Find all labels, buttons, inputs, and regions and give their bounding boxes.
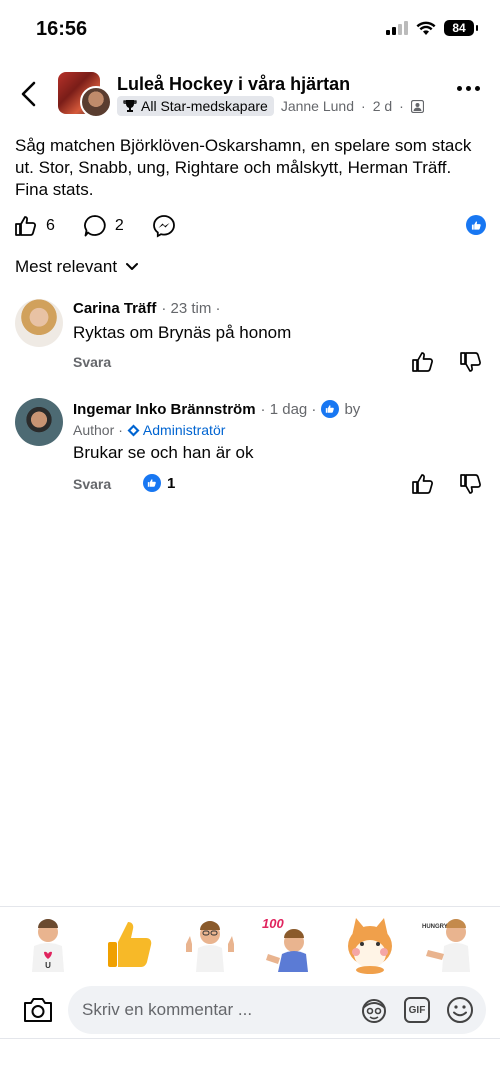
gif-icon[interactable]: GIF	[404, 997, 430, 1023]
comment-time: · 1 dag ·	[260, 400, 317, 418]
svg-text:U: U	[45, 961, 51, 970]
like-badge-icon	[143, 474, 161, 492]
comment-text: Brukar se och han är ok	[73, 443, 254, 462]
like-count: 6	[46, 217, 55, 234]
role-admin: Administratör	[127, 422, 225, 438]
bottom-safe-area	[0, 1038, 500, 1082]
battery-level: 84	[452, 21, 466, 35]
sort-label: Mest relevant	[15, 257, 118, 276]
author-avatar	[80, 86, 112, 118]
comment-composer: GIF	[0, 984, 500, 1036]
chevron-down-icon	[126, 263, 139, 270]
thumb-down-icon[interactable]	[459, 350, 483, 374]
reply-button[interactable]: Svara	[73, 476, 111, 492]
group-title[interactable]: Luleå Hockey i våra hjärtan	[117, 74, 350, 95]
post-time: 2 d	[372, 98, 393, 114]
sticker-text: 100	[262, 916, 284, 931]
separator-dot: ·	[118, 422, 123, 438]
comment-icon	[84, 215, 106, 237]
messenger-icon	[152, 215, 175, 238]
sticker-thumbs-up[interactable]	[102, 914, 158, 974]
comment-button[interactable]: 2	[83, 214, 124, 238]
comment-time: · 23 tim ·	[161, 300, 221, 317]
comment-item: Ingemar Inko Brännström · 1 dag · by Aut…	[0, 396, 500, 496]
separator-dot: ·	[399, 98, 404, 114]
role-author: Author	[73, 422, 115, 438]
commenter-name[interactable]: Carina Träff	[73, 300, 156, 317]
like-badge-icon[interactable]	[466, 215, 486, 235]
sticker-avatar-100[interactable]: 100	[260, 914, 316, 974]
comment-header: Ingemar Inko Brännström · 1 dag · by	[73, 400, 360, 418]
avatar-sticker-icon[interactable]	[360, 996, 388, 1024]
like-button[interactable]: 6	[14, 214, 55, 238]
avatar[interactable]	[15, 398, 63, 446]
group-avatar[interactable]	[58, 72, 112, 118]
reply-button[interactable]: Svara	[73, 354, 111, 370]
back-chevron-icon[interactable]	[16, 80, 42, 108]
reaction-summary[interactable]: 1	[143, 474, 175, 492]
separator-dot: ·	[361, 98, 366, 114]
comment-time-value: 1 dag	[269, 400, 308, 418]
comment-body: Carina Träff · 23 tim · Ryktas om Brynäs…	[73, 300, 291, 343]
diamond-icon	[127, 424, 140, 436]
status-icons: 84	[386, 20, 478, 36]
status-bar: 16:56 84	[0, 0, 500, 60]
post-header: Luleå Hockey i våra hjärtan All Star-med…	[0, 66, 500, 122]
comment-item: Carina Träff · 23 tim · Ryktas om Brynäs…	[0, 296, 500, 376]
comment-text: Ryktas om Brynäs på honom	[73, 323, 292, 342]
like-icon	[15, 216, 37, 236]
reaction-count: 1	[167, 474, 176, 492]
divider	[0, 906, 500, 907]
commenter-name[interactable]: Ingemar Inko Brännström	[73, 401, 256, 418]
comment-body: Ingemar Inko Brännström · 1 dag · by Aut…	[73, 400, 360, 463]
signal-icon	[386, 21, 408, 35]
sticker-avatar-hungry[interactable]: HUNGRY?	[420, 914, 476, 974]
role-admin-label: Administratör	[142, 422, 226, 438]
like-badge-icon	[321, 400, 340, 418]
comment-count: 2	[114, 217, 124, 234]
post-meta: All Star-medskapare Janne Lund · 2 d ·	[117, 96, 424, 116]
share-messenger-button[interactable]	[152, 214, 176, 238]
sort-dropdown[interactable]: Mest relevant	[15, 257, 139, 277]
post-text: Såg matchen Björklöven-Oskarshamn, en sp…	[15, 136, 472, 199]
post-actions: 6 2	[14, 211, 488, 241]
group-members-icon	[410, 99, 424, 113]
composer-icons: GIF	[360, 996, 474, 1024]
thumb-down-icon[interactable]	[459, 472, 483, 496]
comment-header: Carina Träff · 23 tim ·	[73, 300, 291, 317]
liked-by-label: by	[344, 400, 361, 418]
sticker-avatar-thumbs[interactable]	[182, 914, 238, 974]
trophy-icon	[123, 100, 137, 112]
sticker-avatar-heart[interactable]: U	[20, 914, 76, 974]
clock: 16:56	[36, 18, 88, 40]
avatar[interactable]	[15, 299, 63, 347]
camera-icon[interactable]	[22, 996, 54, 1024]
more-icon[interactable]	[457, 86, 480, 91]
thumb-up-icon[interactable]	[411, 350, 435, 374]
wifi-icon	[416, 21, 436, 35]
sticker-tray: U 100 HUNGRY?	[0, 912, 500, 978]
emoji-icon[interactable]	[446, 996, 474, 1024]
thumb-up-icon[interactable]	[411, 472, 435, 496]
comment-roles: Author · Administratör	[73, 422, 360, 438]
post-author[interactable]: Janne Lund	[281, 98, 354, 114]
all-star-badge[interactable]: All Star-medskapare	[117, 96, 274, 116]
battery-icon: 84	[444, 20, 478, 36]
sticker-shiba-dog[interactable]	[342, 914, 398, 974]
comment-time-value: 23 tim	[170, 300, 212, 317]
badge-label: All Star-medskapare	[141, 98, 268, 114]
